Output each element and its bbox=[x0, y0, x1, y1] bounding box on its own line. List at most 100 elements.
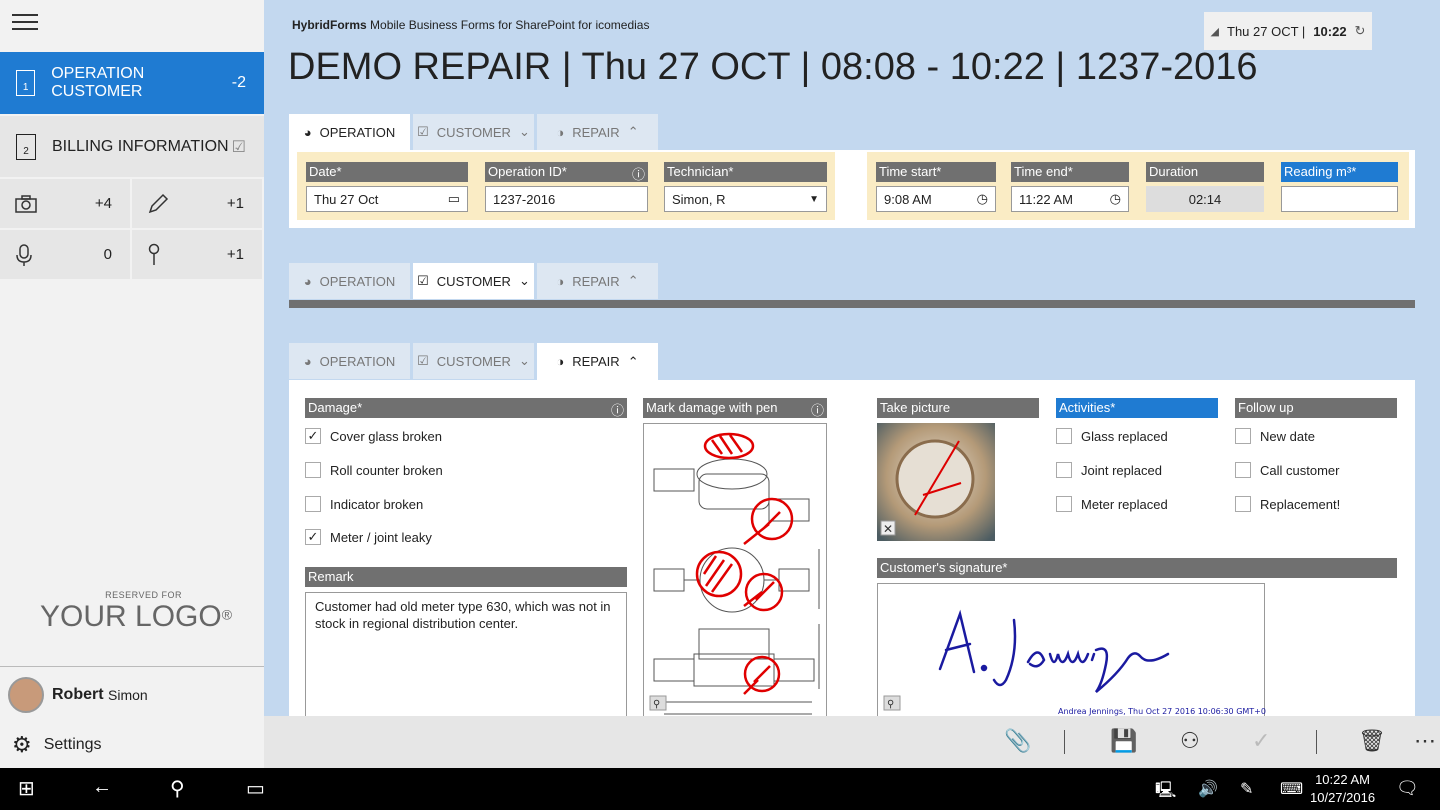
field-label: Date* bbox=[306, 162, 468, 182]
pen-counter[interactable]: +1 bbox=[132, 179, 262, 228]
keyboard-icon[interactable]: ⌨ bbox=[1280, 779, 1303, 799]
checkbox-label: Roll counter broken bbox=[330, 462, 443, 478]
operation-id-input[interactable]: 1237-2016 bbox=[485, 186, 648, 212]
field-label: Operation ID* ⓘ bbox=[485, 162, 648, 182]
tab-customer[interactable]: ☑ CUSTOMER ⌄ bbox=[413, 263, 534, 299]
remark-textarea[interactable]: Customer had old meter type 630, which w… bbox=[305, 592, 627, 716]
photos-counter[interactable]: +4 bbox=[0, 179, 130, 228]
checkbox-box[interactable] bbox=[1056, 462, 1072, 478]
task-view-icon[interactable]: ▭ bbox=[246, 776, 265, 801]
checkbox-box[interactable] bbox=[1056, 496, 1072, 512]
checkbox-label: Cover glass broken bbox=[330, 428, 442, 444]
repair-panel: Damage* ⓘ ✓ Cover glass broken Roll counte… bbox=[289, 380, 1415, 716]
tab-customer[interactable]: ☑ CUSTOMER ⌄ bbox=[413, 343, 534, 379]
checkbox-joint-replaced[interactable]: Joint replaced bbox=[1056, 462, 1162, 478]
windows-start-icon[interactable]: ⊞ bbox=[18, 776, 35, 801]
tab-label: REPAIR bbox=[572, 354, 620, 369]
checkbox-box[interactable]: ✓ bbox=[305, 428, 321, 444]
location-counter[interactable]: +1 bbox=[132, 230, 262, 279]
checkbox-cover-glass[interactable]: ✓ Cover glass broken bbox=[305, 428, 442, 444]
tab-operation[interactable]: ◕ OPERATION bbox=[289, 263, 410, 299]
nav-item-billing-information[interactable]: 2 BILLING INFORMATION ☑ bbox=[0, 116, 264, 177]
more-icon[interactable]: ⋯ bbox=[1414, 728, 1436, 754]
tab-label: CUSTOMER bbox=[436, 273, 511, 289]
taskbar-clock[interactable]: 10:22 AM 10/27/2016 bbox=[1310, 771, 1375, 807]
tab-label: CUSTOMER bbox=[436, 353, 511, 369]
microphone-icon bbox=[16, 243, 32, 266]
clock-time: 10:22 AM bbox=[1315, 772, 1370, 787]
app-tagline: Mobile Business Forms for SharePoint for… bbox=[370, 18, 650, 32]
checkbox-box[interactable] bbox=[1235, 462, 1251, 478]
checkbox-indicator[interactable]: Indicator broken bbox=[305, 496, 423, 512]
tab-operation[interactable]: ◕ OPERATION bbox=[289, 114, 410, 150]
info-icon[interactable]: ⓘ bbox=[811, 400, 824, 418]
date-input[interactable]: Thu 27 Oct ▭ bbox=[306, 186, 468, 212]
camera-icon bbox=[15, 194, 37, 213]
gear-icon: ⚙ bbox=[12, 732, 32, 757]
signature-pad[interactable]: Andrea Jennings, Thu Oct 27 2016 10:06:3… bbox=[877, 583, 1281, 716]
checkbox-meter-leaky[interactable]: ✓ Meter / joint leaky bbox=[305, 529, 432, 545]
share-users-icon[interactable]: ⚇ bbox=[1180, 728, 1200, 754]
refresh-icon[interactable]: ↻ bbox=[1355, 23, 1366, 39]
tab-repair[interactable]: ◑ REPAIR ⌃ bbox=[537, 114, 658, 150]
nav-item-operation-customer[interactable]: 1 OPERATION CUSTOMER -2 bbox=[0, 52, 264, 114]
customer-section-collapsed-bar bbox=[289, 300, 1415, 308]
technician-field: Technician* Simon, R ▼ bbox=[664, 162, 827, 212]
tab-label: OPERATION bbox=[319, 273, 396, 289]
checkbox-checked-icon: ☑ bbox=[231, 138, 246, 156]
section-tabs-repair: ◕ OPERATION ☑ CUSTOMER ⌄ ◑ REPAIR ⌃ bbox=[289, 343, 658, 380]
checkbox-box[interactable] bbox=[305, 496, 321, 512]
meter-photo[interactable]: ✕ bbox=[877, 423, 995, 541]
audio-counter[interactable]: 0 bbox=[0, 230, 130, 279]
checkbox-box[interactable] bbox=[1056, 428, 1072, 444]
input-value: 1237-2016 bbox=[493, 191, 556, 207]
search-icon[interactable]: ⚲ bbox=[170, 776, 185, 801]
checkbox-box[interactable] bbox=[305, 462, 321, 478]
delete-icon[interactable]: 🗑 bbox=[1358, 728, 1386, 754]
sync-status[interactable]: ◢ Thu 27 OCT | 10:22 ↻ bbox=[1204, 12, 1372, 50]
checkbox-replacement[interactable]: Replacement! bbox=[1235, 496, 1340, 512]
checkmark-icon[interactable]: ✓ bbox=[1252, 728, 1270, 754]
tab-repair[interactable]: ◑ REPAIR ⌃ bbox=[537, 263, 658, 299]
svg-text:⚲: ⚲ bbox=[887, 699, 894, 710]
user-profile[interactable]: Robert Simon bbox=[0, 666, 264, 722]
calendar-icon: ▭ bbox=[447, 191, 460, 206]
info-icon[interactable]: ⓘ bbox=[632, 164, 645, 182]
time-start-input[interactable]: 9:08 AM ◷ bbox=[876, 186, 996, 212]
clock-date: 10/27/2016 bbox=[1310, 790, 1376, 805]
checkbox-meter-replaced[interactable]: Meter replaced bbox=[1056, 496, 1168, 512]
checkbox-glass-replaced[interactable]: Glass replaced bbox=[1056, 428, 1168, 444]
reading-input[interactable] bbox=[1281, 186, 1398, 212]
settings-button[interactable]: ⚙ Settings bbox=[0, 722, 264, 768]
notification-icon[interactable]: 🗨 bbox=[1396, 778, 1419, 799]
tab-label: OPERATION bbox=[319, 353, 396, 369]
save-icon[interactable]: 💾 bbox=[1110, 728, 1137, 754]
logo-registered: ® bbox=[221, 606, 233, 623]
attachment-icon[interactable]: 📎 bbox=[1004, 728, 1031, 754]
chevron-up-icon: ⌃ bbox=[627, 124, 639, 139]
tab-operation[interactable]: ◕ OPERATION bbox=[289, 343, 410, 379]
hamburger-menu-icon[interactable] bbox=[12, 14, 38, 34]
checkbox-box[interactable] bbox=[1235, 428, 1251, 444]
back-arrow-icon[interactable]: ← bbox=[92, 776, 112, 799]
checkbox-roll-counter[interactable]: Roll counter broken bbox=[305, 462, 443, 478]
time-end-input[interactable]: 11:22 AM ◷ bbox=[1011, 186, 1129, 212]
map-pin-icon bbox=[148, 243, 160, 265]
main-content: HybridForms Mobile Business Forms for Sh… bbox=[264, 0, 1440, 716]
technician-select[interactable]: Simon, R ▼ bbox=[664, 186, 827, 212]
checkbox-box[interactable] bbox=[1235, 496, 1251, 512]
network-icon[interactable]: 🖳 bbox=[1155, 779, 1176, 806]
checkbox-label: Indicator broken bbox=[330, 496, 424, 512]
label-text: Customer's signature* bbox=[880, 560, 1008, 575]
checkbox-box[interactable]: ✓ bbox=[305, 529, 321, 545]
tab-label: REPAIR bbox=[572, 273, 620, 289]
volume-icon[interactable]: 🔊 bbox=[1198, 779, 1218, 799]
document-icon: 1 bbox=[16, 70, 36, 96]
info-icon[interactable]: ⓘ bbox=[611, 400, 624, 418]
checkbox-call-customer[interactable]: Call customer bbox=[1235, 462, 1339, 478]
checkbox-new-date[interactable]: New date bbox=[1235, 428, 1315, 444]
pen-drawing-canvas[interactable]: ⚲ bbox=[643, 423, 827, 716]
tab-repair[interactable]: ◑ REPAIR ⌃ bbox=[537, 343, 658, 380]
pen-tray-icon[interactable]: ✎ bbox=[1240, 779, 1253, 799]
tab-customer[interactable]: ☑ CUSTOMER ⌄ bbox=[413, 114, 534, 150]
